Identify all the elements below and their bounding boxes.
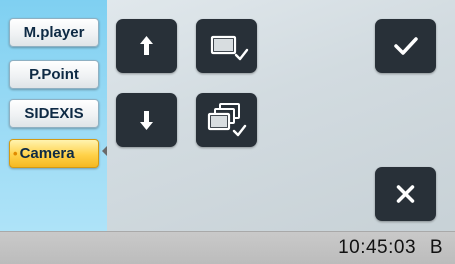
arrow-up-icon: [140, 36, 153, 55]
confirm-button[interactable]: [375, 19, 436, 73]
sidebar-item-camera[interactable]: • Camera: [9, 139, 99, 168]
move-up-button[interactable]: [116, 19, 177, 73]
sidebar-item-label: SIDEXIS: [24, 105, 84, 122]
sidebar: M.player P.Point SIDEXIS • Camera: [0, 0, 107, 231]
control-panel: [107, 0, 455, 231]
checkmark-icon: [394, 37, 418, 55]
sidebar-item-label: Camera: [19, 145, 75, 162]
clock-time: 10:45:03: [338, 237, 417, 258]
sidebar-item-ppoint[interactable]: P.Point: [9, 60, 99, 89]
multi-screen-check-icon: [207, 103, 247, 137]
move-down-button[interactable]: [116, 93, 177, 147]
sidebar-item-sidexis[interactable]: SIDEXIS: [9, 99, 99, 128]
sidebar-item-mplayer[interactable]: M.player: [9, 18, 99, 47]
arrow-down-icon: [140, 111, 153, 130]
status-bar: 10:45:03 B: [0, 231, 455, 264]
mode-indicator: B: [429, 237, 443, 258]
sidebar-item-label: M.player: [23, 24, 85, 41]
camera-screen: M.player P.Point SIDEXIS • Camera 10:45:…: [0, 0, 455, 264]
close-button[interactable]: [375, 167, 436, 221]
status-readout: 10:45:03 B: [338, 237, 443, 259]
active-indicator-dot: •: [13, 146, 18, 161]
multi-screen-button[interactable]: [196, 93, 257, 147]
single-screen-check-icon: [210, 35, 249, 61]
single-screen-button[interactable]: [196, 19, 257, 73]
sidebar-item-label: P.Point: [29, 66, 79, 83]
close-icon: [396, 185, 415, 203]
